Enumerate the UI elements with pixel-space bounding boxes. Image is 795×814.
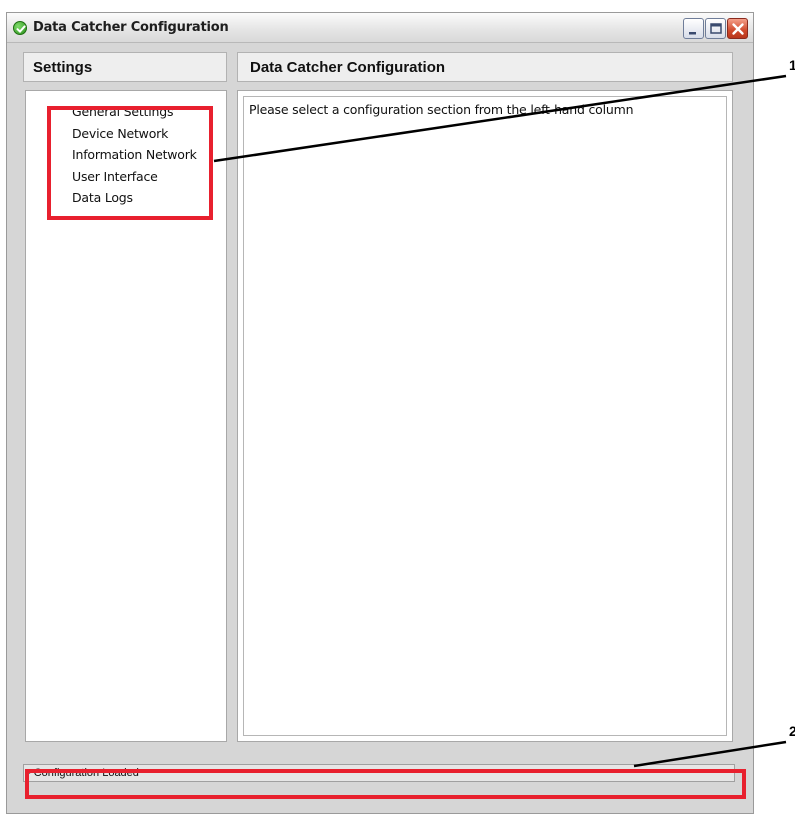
callout-number-2: 2	[789, 723, 795, 739]
callout-lines	[213, 74, 787, 768]
callout-line-2	[633, 740, 787, 768]
callout-line-1	[213, 74, 787, 163]
callout-number-1: 1	[789, 57, 795, 73]
